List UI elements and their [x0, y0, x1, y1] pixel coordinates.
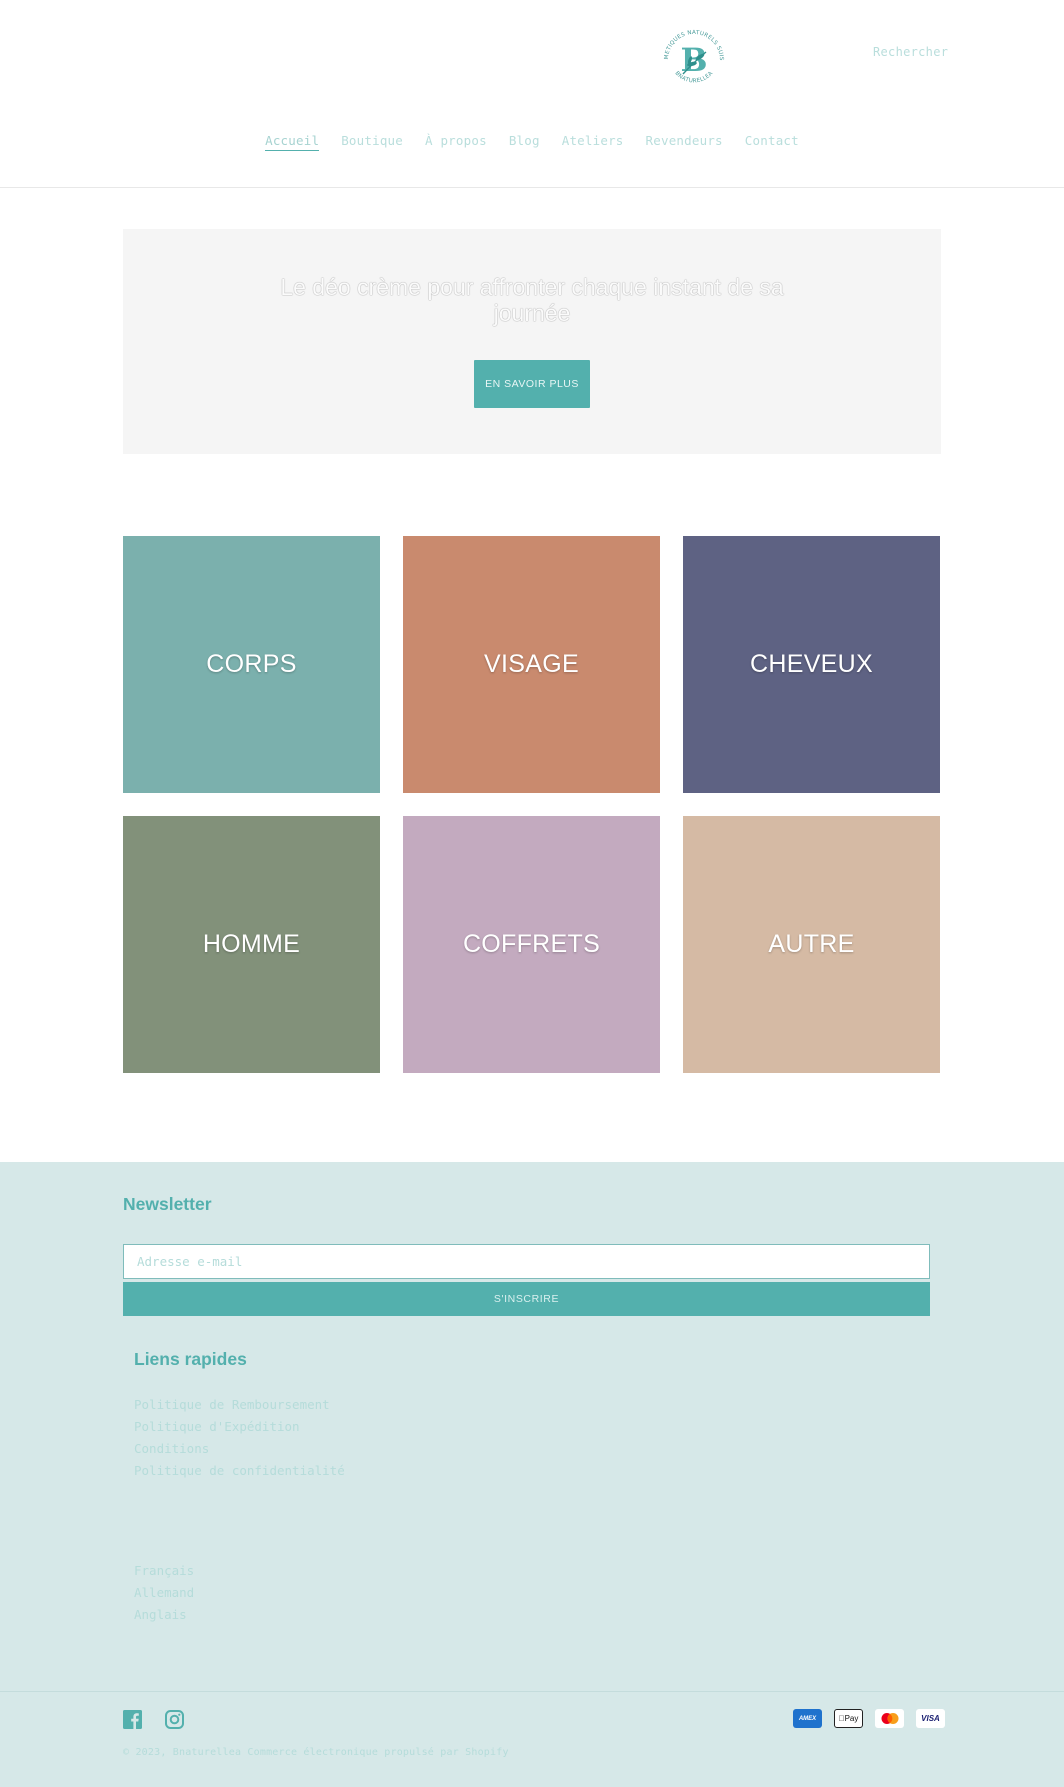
visa-icon: VISA: [916, 1709, 945, 1728]
instagram-link[interactable]: [165, 1710, 184, 1729]
category-tile-coffrets[interactable]: COFFRETS: [403, 816, 660, 1073]
language-list: Français Allemand Anglais: [134, 1560, 194, 1626]
nav-item-a-propos[interactable]: À propos: [425, 133, 487, 151]
quick-link-privacy-policy[interactable]: Politique de confidentialité: [134, 1463, 345, 1478]
quick-links-list: Politique de Remboursement Politique d'E…: [134, 1394, 345, 1482]
category-label: HOMME: [202, 930, 301, 958]
language-option-german[interactable]: Allemand: [134, 1585, 194, 1600]
nav-item-blog[interactable]: Blog: [509, 133, 540, 151]
category-label: VISAGE: [484, 650, 579, 678]
footer-divider: [0, 1691, 1064, 1692]
amex-icon: AMEX: [793, 1709, 822, 1728]
category-tile-cheveux[interactable]: CHEVEUX: [683, 536, 940, 793]
visa-label: VISA: [921, 1714, 940, 1723]
category-tile-autre[interactable]: AUTRE: [683, 816, 940, 1073]
language-option-english[interactable]: Anglais: [134, 1607, 187, 1622]
payment-methods: AMEX Pay VISA: [793, 1709, 945, 1728]
category-label: AUTRE: [768, 930, 855, 958]
nav-item-accueil[interactable]: Accueil: [265, 133, 320, 151]
newsletter-email-input[interactable]: [123, 1244, 930, 1279]
category-tile-visage[interactable]: VISAGE: [403, 536, 660, 793]
quick-links-title: Liens rapides: [134, 1349, 247, 1369]
category-grid: CORPS VISAGE CHEVEUX HOMME COFFRETS AUTR…: [123, 536, 941, 1073]
site-header: COSMETIQUES NATURELS SUISSES BNATURELLEA…: [0, 0, 1064, 188]
newsletter-title: Newsletter: [123, 1194, 212, 1214]
quick-link-refund-policy[interactable]: Politique de Remboursement: [134, 1397, 330, 1412]
nav-item-contact[interactable]: Contact: [745, 133, 799, 151]
apple-pay-icon: Pay: [834, 1709, 863, 1728]
nav-item-ateliers[interactable]: Ateliers: [562, 133, 624, 151]
facebook-icon: [123, 1710, 142, 1729]
subscribe-button[interactable]: S'INSCRIRE: [123, 1282, 930, 1316]
category-label: CHEVEUX: [750, 650, 873, 678]
learn-more-button[interactable]: EN SAVOIR PLUS: [474, 360, 590, 408]
site-footer: Newsletter S'INSCRIRE Liens rapides Poli…: [0, 1162, 1064, 1787]
category-label: CORPS: [206, 650, 297, 678]
facebook-link[interactable]: [123, 1710, 142, 1729]
instagram-icon: [165, 1710, 184, 1729]
apple-pay-label: Pay: [841, 1714, 859, 1723]
quick-link-shipping-policy[interactable]: Politique d'Expédition: [134, 1419, 300, 1434]
category-label: COFFRETS: [462, 930, 601, 958]
hero-banner: Le déo crème pour affronter chaque insta…: [123, 229, 941, 454]
category-tile-corps[interactable]: CORPS: [123, 536, 380, 793]
mastercard-circles: [881, 1713, 898, 1724]
mastercard-icon: [875, 1709, 904, 1728]
nav-item-revendeurs[interactable]: Revendeurs: [646, 133, 723, 151]
amex-label: AMEX: [798, 1715, 817, 1722]
language-option-french[interactable]: Français: [134, 1563, 194, 1578]
logo-emblem-icon: COSMETIQUES NATURELS SUISSES BNATURELLEA…: [654, 18, 728, 94]
main-nav: Accueil Boutique À propos Blog Ateliers …: [0, 133, 1064, 151]
search-link[interactable]: Rechercher: [873, 45, 948, 59]
hero-title: Le déo crème pour affronter chaque insta…: [280, 274, 784, 326]
logo[interactable]: COSMETIQUES NATURELS SUISSES BNATURELLEA…: [654, 18, 732, 98]
quick-link-terms[interactable]: Conditions: [134, 1441, 209, 1456]
nav-item-boutique[interactable]: Boutique: [341, 133, 403, 151]
copyright-text: © 2023, Bnaturellea Commerce électroniqu…: [123, 1747, 509, 1758]
social-links: [123, 1710, 184, 1729]
category-tile-homme[interactable]: HOMME: [123, 816, 380, 1073]
